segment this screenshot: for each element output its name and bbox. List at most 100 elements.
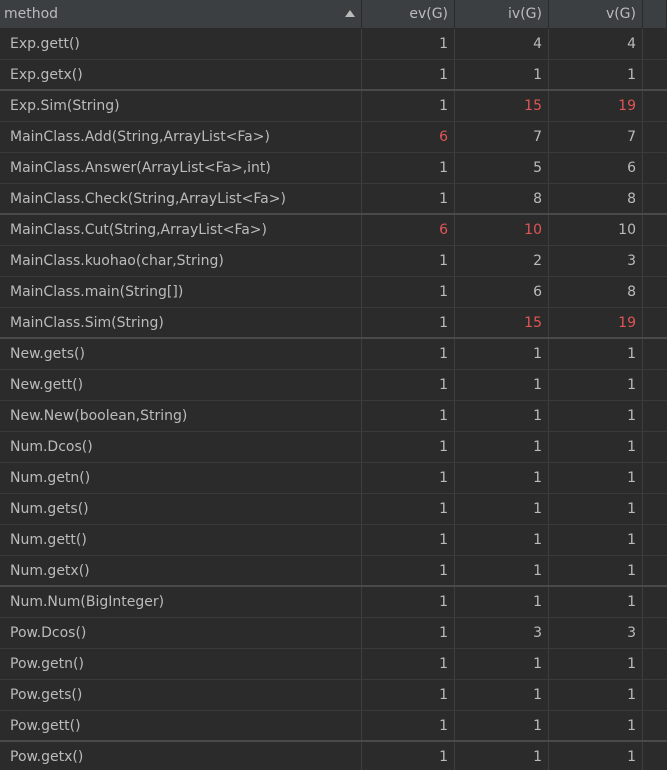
table-row[interactable]: Exp.gett() 1 4 4 — [0, 29, 667, 60]
v-cell: 1 — [549, 742, 643, 770]
v-cell: 10 — [549, 215, 643, 245]
v-cell: 8 — [549, 184, 643, 213]
v-cell: 6 — [549, 153, 643, 183]
v-cell: 4 — [549, 29, 643, 59]
metrics-table: method ev(G) iv(G) v(G) Exp.gett() 1 4 4 Exp… — [0, 0, 667, 770]
method-cell: Pow.getx() — [0, 742, 362, 770]
method-cell: Pow.Dcos() — [0, 618, 362, 648]
ev-cell: 1 — [362, 91, 455, 121]
table-row[interactable]: MainClass.main(String[]) 1 6 8 — [0, 277, 667, 308]
ev-cell: 1 — [362, 680, 455, 710]
table-row[interactable]: Num.gett() 1 1 1 — [0, 525, 667, 556]
method-cell: MainClass.kuohao(char,String) — [0, 246, 362, 276]
table-row[interactable]: Num.gets() 1 1 1 — [0, 494, 667, 525]
iv-cell: 2 — [455, 246, 549, 276]
ev-cell: 1 — [362, 432, 455, 462]
v-cell: 1 — [549, 60, 643, 89]
table-row[interactable]: Exp.getx() 1 1 1 — [0, 60, 667, 91]
ev-cell: 1 — [362, 246, 455, 276]
column-header-v[interactable]: v(G) — [549, 0, 643, 28]
table-row[interactable]: Exp.Sim(String) 1 15 19 — [0, 91, 667, 122]
ev-cell: 1 — [362, 370, 455, 400]
ev-cell: 1 — [362, 308, 455, 337]
table-row[interactable]: Num.Dcos() 1 1 1 — [0, 432, 667, 463]
iv-cell: 1 — [455, 432, 549, 462]
row-filler — [643, 556, 667, 585]
table-row[interactable]: Pow.Dcos() 1 3 3 — [0, 618, 667, 649]
row-filler — [643, 246, 667, 276]
column-header-filler — [643, 0, 667, 28]
iv-cell: 1 — [455, 401, 549, 431]
v-cell: 7 — [549, 122, 643, 152]
table-row[interactable]: MainClass.Check(String,ArrayList<Fa>) 1 8 8 — [0, 184, 667, 215]
iv-cell: 1 — [455, 556, 549, 585]
v-cell: 1 — [549, 680, 643, 710]
method-cell: MainClass.Answer(ArrayList<Fa>,int) — [0, 153, 362, 183]
row-filler — [643, 711, 667, 740]
ev-cell: 1 — [362, 277, 455, 307]
row-filler — [643, 308, 667, 337]
row-filler — [643, 339, 667, 369]
method-cell: MainClass.Cut(String,ArrayList<Fa>) — [0, 215, 362, 245]
row-filler — [643, 153, 667, 183]
iv-cell: 5 — [455, 153, 549, 183]
ev-cell: 1 — [362, 339, 455, 369]
table-row[interactable]: MainClass.Add(String,ArrayList<Fa>) 6 7 7 — [0, 122, 667, 153]
table-row[interactable]: Pow.gett() 1 1 1 — [0, 711, 667, 742]
v-cell: 1 — [549, 556, 643, 585]
row-filler — [643, 122, 667, 152]
method-cell: Exp.getx() — [0, 60, 362, 89]
ev-cell: 1 — [362, 618, 455, 648]
ev-cell: 1 — [362, 60, 455, 89]
table-row[interactable]: Num.getn() 1 1 1 — [0, 463, 667, 494]
iv-cell: 6 — [455, 277, 549, 307]
table-row[interactable]: MainClass.Answer(ArrayList<Fa>,int) 1 5 6 — [0, 153, 667, 184]
table-row[interactable]: MainClass.Cut(String,ArrayList<Fa>) 6 10 10 — [0, 215, 667, 246]
column-header-method[interactable]: method — [0, 0, 362, 28]
row-filler — [643, 60, 667, 89]
v-cell: 19 — [549, 91, 643, 121]
row-filler — [643, 587, 667, 617]
table-row[interactable]: New.gets() 1 1 1 — [0, 339, 667, 370]
row-filler — [643, 618, 667, 648]
ev-cell: 1 — [362, 463, 455, 493]
iv-cell: 1 — [455, 370, 549, 400]
iv-cell: 4 — [455, 29, 549, 59]
iv-cell: 1 — [455, 649, 549, 679]
row-filler — [643, 463, 667, 493]
table-row[interactable]: New.New(boolean,String) 1 1 1 — [0, 401, 667, 432]
row-filler — [643, 370, 667, 400]
table-row[interactable]: Num.getx() 1 1 1 — [0, 556, 667, 587]
iv-cell: 1 — [455, 680, 549, 710]
iv-cell: 7 — [455, 122, 549, 152]
ev-cell: 1 — [362, 649, 455, 679]
column-header-ev[interactable]: ev(G) — [362, 0, 455, 28]
table-row[interactable]: Pow.gets() 1 1 1 — [0, 680, 667, 711]
v-cell: 1 — [549, 463, 643, 493]
v-cell: 1 — [549, 525, 643, 555]
table-row[interactable]: MainClass.kuohao(char,String) 1 2 3 — [0, 246, 667, 277]
sort-ascending-icon[interactable] — [345, 10, 355, 17]
iv-cell: 10 — [455, 215, 549, 245]
iv-cell: 1 — [455, 463, 549, 493]
method-cell: Num.Dcos() — [0, 432, 362, 462]
method-cell: Pow.gets() — [0, 680, 362, 710]
row-filler — [643, 432, 667, 462]
table-row[interactable]: Pow.getn() 1 1 1 — [0, 649, 667, 680]
method-cell: New.gett() — [0, 370, 362, 400]
iv-cell: 8 — [455, 184, 549, 213]
method-cell: New.gets() — [0, 339, 362, 369]
table-row[interactable]: New.gett() 1 1 1 — [0, 370, 667, 401]
table-row[interactable]: MainClass.Sim(String) 1 15 19 — [0, 308, 667, 339]
ev-cell: 1 — [362, 587, 455, 617]
table-row[interactable]: Pow.getx() 1 1 1 — [0, 742, 667, 770]
column-header-iv[interactable]: iv(G) — [455, 0, 549, 28]
v-cell: 1 — [549, 370, 643, 400]
method-cell: Pow.getn() — [0, 649, 362, 679]
row-filler — [643, 680, 667, 710]
row-filler — [643, 91, 667, 121]
row-filler — [643, 649, 667, 679]
row-filler — [643, 742, 667, 770]
v-cell: 19 — [549, 308, 643, 337]
table-row[interactable]: Num.Num(BigInteger) 1 1 1 — [0, 587, 667, 618]
